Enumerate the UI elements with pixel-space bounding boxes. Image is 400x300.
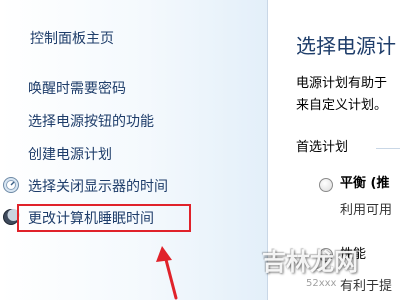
balanced-plan-label[interactable]: 平衡 (推 xyxy=(340,175,389,192)
arrow-pointer xyxy=(156,246,178,300)
create-power-plan-link[interactable]: 创建电源计划 xyxy=(28,146,112,164)
section-divider xyxy=(376,148,400,149)
monitor-icon xyxy=(3,177,19,193)
control-panel-home-link[interactable]: 控制面板主页 xyxy=(30,30,114,48)
balanced-plan-radio[interactable] xyxy=(319,178,333,192)
sidebar: 控制面板主页 唤醒时需要密码 选择电源按钮的功能 创建电源计划 选择关闭显示器的… xyxy=(0,0,267,300)
require-password-on-wakeup-link[interactable]: 唤醒时需要密码 xyxy=(28,80,126,98)
description-line-2: 来自定义计划。 xyxy=(296,98,388,113)
highlight-box xyxy=(17,204,191,232)
choose-display-off-time-link[interactable]: 选择关闭显示器的时间 xyxy=(28,178,168,196)
performance-plan-description: 有利于提 xyxy=(340,279,393,294)
description-line-1: 电源计划有助于 xyxy=(296,76,388,91)
watermark: 吉林龙网 xyxy=(262,248,358,276)
balanced-plan-description: 利用可用 xyxy=(340,203,393,218)
choose-power-button-function-link[interactable]: 选择电源按钮的功能 xyxy=(28,113,154,131)
preferred-plans-heading: 首选计划 xyxy=(296,140,349,155)
watermark-small: 52xxx xyxy=(306,278,337,289)
page-title: 选择电源计 xyxy=(296,34,396,58)
